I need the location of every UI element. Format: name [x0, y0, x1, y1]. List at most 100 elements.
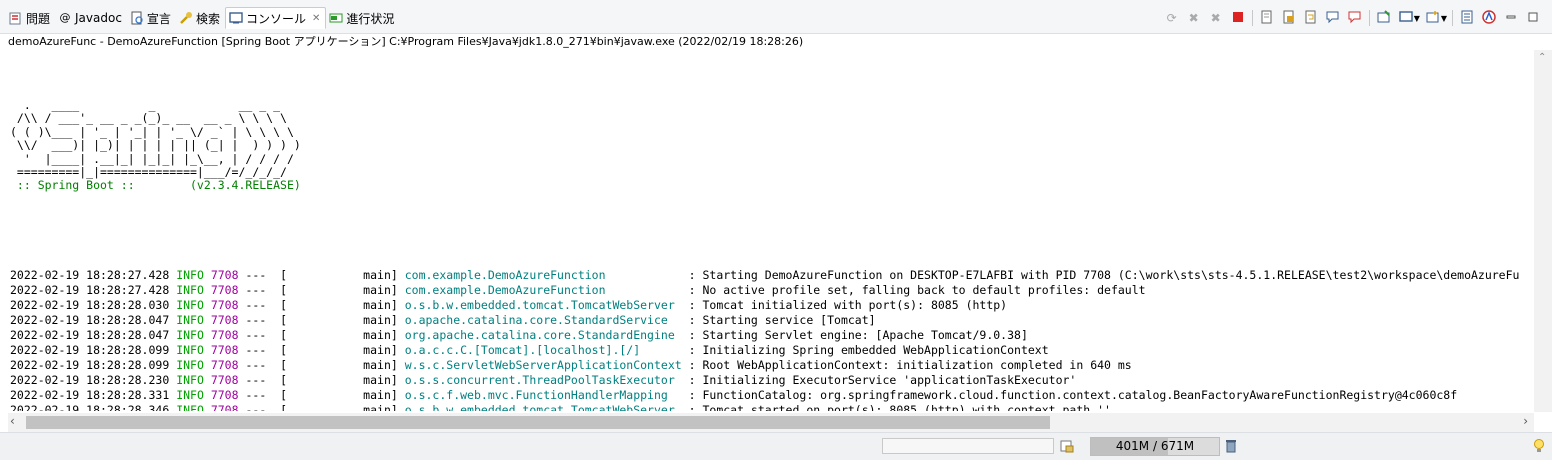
- remove-all-terminated-icon[interactable]: ✖: [1208, 10, 1224, 26]
- log-lines: 2022-02-19 18:28:27.428 INFO 7708 --- [ …: [10, 268, 1534, 411]
- properties-icon[interactable]: [1459, 10, 1475, 26]
- terminate-relaunch-icon[interactable]: ⟳: [1164, 10, 1180, 26]
- view-tab-bar: 問題 @ Javadoc 宣言 検索 コンソール ✕ 進行状況 ⟳ ✖ ✖ ▼ …: [0, 0, 1552, 34]
- log-timestamp: 2022-02-19 18:28:28.047: [10, 327, 170, 342]
- log-level: INFO: [176, 267, 204, 282]
- log-message: : Starting Servlet engine: [Apache Tomca…: [688, 327, 1028, 342]
- log-thread: --- [ main]: [245, 372, 398, 387]
- log-pid: 7708: [210, 342, 239, 357]
- tab-console[interactable]: コンソール ✕: [224, 7, 327, 29]
- log-logger: o.s.b.w.embedded.tomcat.TomcatWebServer: [404, 402, 682, 411]
- minimize-icon[interactable]: [1503, 10, 1519, 26]
- tab-javadoc[interactable]: @ Javadoc: [55, 8, 127, 28]
- horizontal-scroll-thumb[interactable]: [26, 416, 1050, 429]
- display-selected-console-icon[interactable]: [1398, 10, 1414, 26]
- log-timestamp: 2022-02-19 18:28:28.230: [10, 372, 170, 387]
- chevron-down-icon[interactable]: ▼: [1414, 14, 1420, 23]
- log-pid: 7708: [210, 282, 239, 297]
- chevron-down-icon[interactable]: ▼: [1441, 14, 1447, 23]
- log-message: : FunctionCatalog: org.springframework.c…: [688, 387, 1458, 402]
- tab-label: 検索: [195, 11, 220, 26]
- log-logger: org.apache.catalina.core.StandardEngine: [404, 327, 682, 342]
- log-message: : Tomcat initialized with port(s): 8085 …: [688, 297, 1008, 312]
- spring-boot-icon[interactable]: [1481, 10, 1497, 26]
- log-line: 2022-02-19 18:28:28.047 INFO 7708 --- [ …: [10, 313, 1534, 328]
- log-line: 2022-02-19 18:28:28.047 INFO 7708 --- [ …: [10, 328, 1534, 343]
- log-thread: --- [ main]: [245, 267, 398, 282]
- scroll-right-icon[interactable]: ›: [1523, 414, 1528, 428]
- tab-list: 問題 @ Javadoc 宣言 検索 コンソール ✕ 進行状況: [6, 7, 399, 29]
- tab-search[interactable]: 検索: [176, 8, 225, 28]
- log-message: : No active profile set, falling back to…: [688, 282, 1146, 297]
- tab-label: 進行状況: [346, 11, 395, 26]
- log-message: : Starting service [Tomcat]: [688, 312, 876, 327]
- maximize-icon[interactable]: [1525, 10, 1541, 26]
- tab-declaration[interactable]: 宣言: [127, 8, 176, 28]
- console-icon: [229, 11, 243, 25]
- clear-console-icon[interactable]: [1259, 10, 1275, 26]
- progress-area: [882, 438, 1054, 454]
- log-thread: --- [ main]: [245, 327, 398, 342]
- log-pid: 7708: [210, 402, 239, 411]
- log-pid: 7708: [210, 372, 239, 387]
- log-logger: w.s.c.ServletWebServerApplicationContext: [404, 357, 682, 372]
- scroll-lock-icon[interactable]: [1281, 10, 1297, 26]
- log-pid: 7708: [210, 297, 239, 312]
- log-line: 2022-02-19 18:28:27.428 INFO 7708 --- [ …: [10, 268, 1534, 283]
- lightbulb-icon[interactable]: [1530, 438, 1548, 456]
- scroll-up-icon[interactable]: ⌃: [1538, 52, 1546, 63]
- vertical-scrollbar[interactable]: ⌃: [1534, 50, 1552, 412]
- log-level: INFO: [176, 297, 204, 312]
- show-on-stderr-icon[interactable]: [1347, 10, 1363, 26]
- log-line: 2022-02-19 18:28:28.099 INFO 7708 --- [ …: [10, 343, 1534, 358]
- problems-icon: [9, 11, 23, 25]
- background-tasks-icon[interactable]: [1058, 438, 1076, 456]
- log-line: 2022-02-19 18:28:28.331 INFO 7708 --- [ …: [10, 388, 1534, 403]
- log-level: INFO: [176, 357, 204, 372]
- log-level: INFO: [176, 342, 204, 357]
- log-timestamp: 2022-02-19 18:28:28.099: [10, 342, 170, 357]
- log-pid: 7708: [210, 267, 239, 282]
- close-icon[interactable]: ✕: [312, 13, 320, 24]
- log-pid: 7708: [210, 357, 239, 372]
- log-timestamp: 2022-02-19 18:28:28.030: [10, 297, 170, 312]
- terminate-icon[interactable]: [1230, 10, 1246, 26]
- log-timestamp: 2022-02-19 18:28:27.428: [10, 267, 170, 282]
- heap-status[interactable]: 401M / 671M: [1090, 437, 1220, 456]
- console-title: demoAzureFunc - DemoAzureFunction [Sprin…: [8, 35, 804, 48]
- trash-icon[interactable]: [1222, 438, 1240, 456]
- scroll-left-icon[interactable]: ‹: [10, 414, 15, 428]
- log-timestamp: 2022-02-19 18:28:28.346: [10, 402, 170, 411]
- word-wrap-icon[interactable]: [1303, 10, 1319, 26]
- open-console-icon[interactable]: [1425, 10, 1441, 26]
- remove-launch-icon[interactable]: ✖: [1186, 10, 1202, 26]
- log-thread: --- [ main]: [245, 342, 398, 357]
- horizontal-scrollbar[interactable]: ‹ ›: [8, 413, 1534, 432]
- progress-icon: [329, 11, 343, 25]
- log-level: INFO: [176, 327, 204, 342]
- pin-console-icon[interactable]: [1376, 10, 1392, 26]
- log-thread: --- [ main]: [245, 402, 398, 411]
- spring-boot-version-line: :: Spring Boot :: (v2.3.4.RELEASE): [10, 178, 301, 193]
- log-timestamp: 2022-02-19 18:28:28.047: [10, 312, 170, 327]
- log-logger: o.s.b.w.embedded.tomcat.TomcatWebServer: [404, 297, 682, 312]
- show-on-stdout-icon[interactable]: [1325, 10, 1341, 26]
- log-timestamp: 2022-02-19 18:28:28.099: [10, 357, 170, 372]
- tab-problems[interactable]: 問題: [6, 8, 55, 28]
- log-message: : Starting DemoAzureFunction on DESKTOP-…: [688, 267, 1520, 282]
- search-icon: [179, 11, 193, 25]
- log-level: INFO: [176, 282, 204, 297]
- log-line: 2022-02-19 18:28:28.030 INFO 7708 --- [ …: [10, 298, 1534, 313]
- log-logger: o.s.c.f.web.mvc.FunctionHandlerMapping: [404, 387, 682, 402]
- tab-label: Javadoc: [75, 11, 122, 25]
- console-output[interactable]: . ____ _ __ _ _ /\\ / ___'_ __ _ _(_)_ _…: [10, 69, 1534, 411]
- tab-progress[interactable]: 進行状況: [326, 8, 399, 28]
- log-line: 2022-02-19 18:28:28.346 INFO 7708 --- [ …: [10, 403, 1534, 411]
- log-thread: --- [ main]: [245, 297, 398, 312]
- banner-line: ( ( )\___ | '_ | '_| | '_ \/ _` | \ \ \ …: [10, 124, 294, 139]
- log-logger: o.a.c.c.C.[Tomcat].[localhost].[/]: [404, 342, 682, 357]
- log-level: INFO: [176, 372, 204, 387]
- log-logger: o.apache.catalina.core.StandardService: [404, 312, 682, 327]
- log-level: INFO: [176, 312, 204, 327]
- banner-line: /\\ / ___'_ __ _ _(_)_ __ __ _ \ \ \ \: [10, 111, 287, 126]
